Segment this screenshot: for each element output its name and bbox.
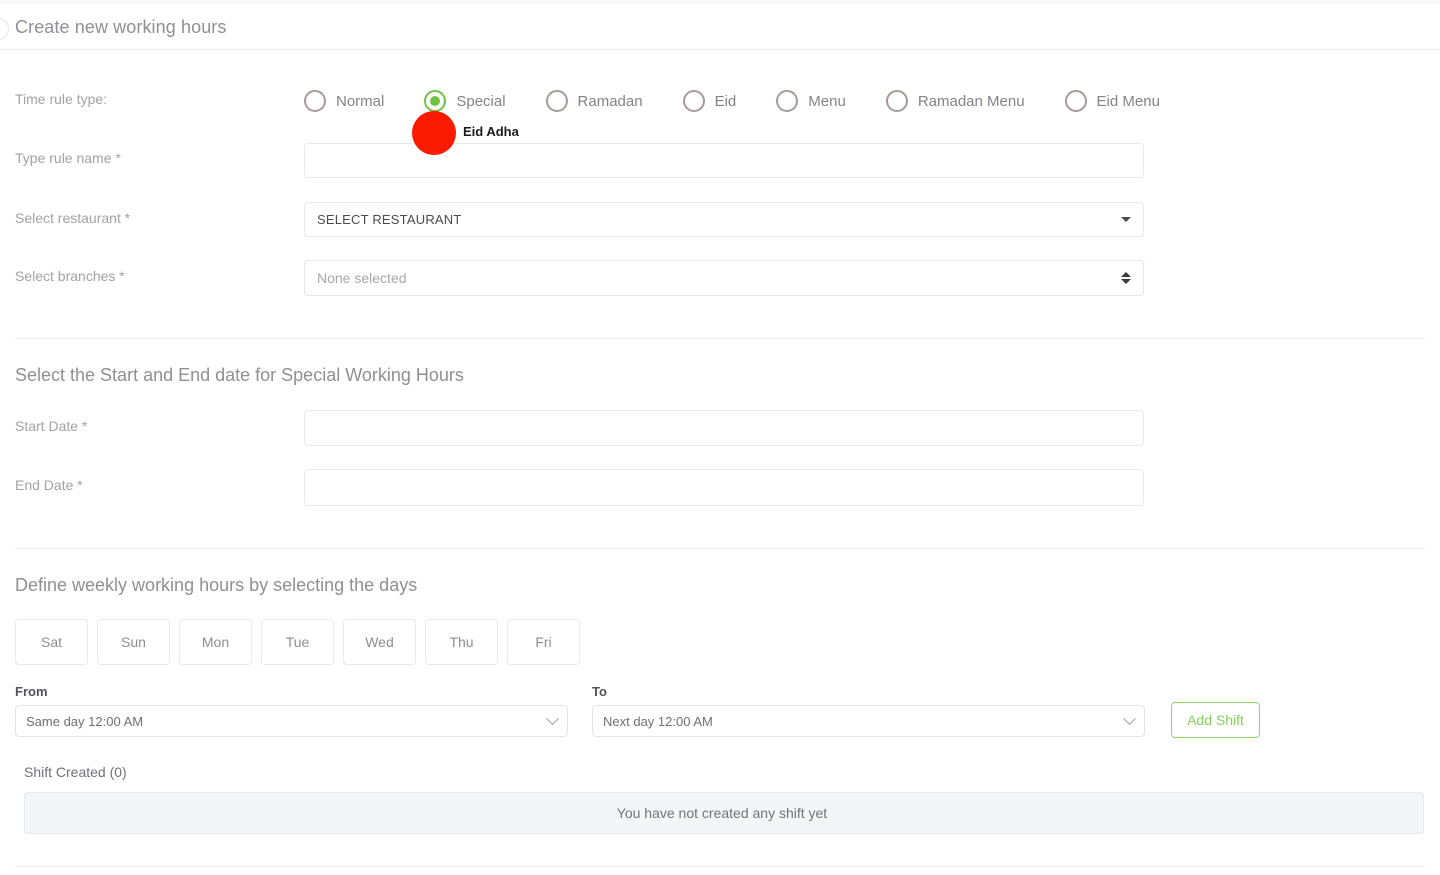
radio-circle-icon — [682, 90, 705, 112]
radio-option-special[interactable]: Special — [424, 90, 506, 112]
to-time-select[interactable]: Next day 12:00 AM — [592, 705, 1145, 737]
day-label: Wed — [365, 634, 394, 650]
annotation-label: Eid Adha — [463, 124, 519, 139]
time-rule-type-label: Time rule type: — [15, 91, 108, 107]
create-working-hours-page: Create new working hours Time rule type:… — [0, 0, 1440, 875]
select-branches-label: Select branches * — [15, 268, 125, 284]
radio-option-menu[interactable]: Menu — [776, 90, 846, 112]
annotation-marker-icon — [412, 111, 456, 155]
date-section-heading: Select the Start and End date for Specia… — [15, 365, 464, 385]
to-caption: To — [592, 684, 607, 699]
radio-label: Eid — [714, 92, 737, 110]
radio-option-ramadan-menu[interactable]: Ramadan Menu — [885, 90, 1025, 112]
radio-option-eid[interactable]: Eid — [682, 90, 737, 112]
shift-empty-state: You have not created any shift yet — [24, 792, 1424, 834]
day-chip-thu[interactable]: Thu — [425, 619, 498, 665]
end-date-label: End Date * — [15, 477, 83, 493]
chevron-down-icon — [546, 711, 559, 725]
day-chip-sun[interactable]: Sun — [97, 619, 170, 665]
weekly-section-heading: Define weekly working hours by selecting… — [15, 575, 418, 595]
radio-label: Ramadan — [577, 92, 643, 110]
radio-option-eid-menu[interactable]: Eid Menu — [1064, 90, 1160, 112]
to-time-value: Next day 12:00 AM — [603, 713, 713, 729]
rule-name-label: Type rule name * — [15, 150, 121, 166]
section-divider — [15, 866, 1425, 867]
radio-circle-icon — [304, 90, 326, 112]
chevron-down-icon — [1121, 217, 1131, 222]
spinner-arrows-icon — [1121, 270, 1131, 286]
day-chip-sat[interactable]: Sat — [15, 619, 88, 665]
radio-label: Special — [456, 92, 506, 110]
chevron-down-icon — [1123, 711, 1136, 725]
shift-empty-text: You have not created any shift yet — [616, 805, 828, 821]
day-label: Sun — [121, 634, 146, 650]
radio-circle-icon — [545, 90, 568, 112]
section-divider — [15, 338, 1425, 339]
radio-label: Ramadan Menu — [917, 92, 1025, 110]
section-divider — [15, 548, 1425, 549]
radio-option-normal[interactable]: Normal — [304, 90, 384, 112]
select-restaurant-label: Select restaurant * — [15, 210, 131, 226]
day-chip-fri[interactable]: Fri — [507, 619, 580, 665]
radio-circle-icon — [1064, 90, 1087, 112]
day-chip-mon[interactable]: Mon — [179, 619, 252, 665]
page-title: Create new working hours — [15, 17, 227, 37]
day-chip-tue[interactable]: Tue — [261, 619, 334, 665]
radio-option-ramadan[interactable]: Ramadan — [545, 90, 643, 112]
select-restaurant-dropdown[interactable]: SELECT RESTAURANT — [304, 202, 1144, 237]
select-restaurant-value: SELECT RESTAURANT — [317, 212, 462, 227]
day-label: Fri — [535, 634, 552, 650]
from-time-value: Same day 12:00 AM — [26, 713, 144, 729]
add-shift-button[interactable]: Add Shift — [1171, 702, 1260, 738]
radio-circle-selected-icon — [424, 90, 447, 112]
shift-created-label: Shift Created (0) — [24, 764, 127, 780]
radio-circle-icon — [776, 90, 799, 112]
from-time-select[interactable]: Same day 12:00 AM — [15, 705, 568, 737]
day-label: Thu — [449, 634, 474, 650]
radio-circle-icon — [885, 90, 908, 112]
start-date-input[interactable] — [304, 410, 1144, 446]
radio-label: Menu — [808, 92, 846, 110]
radio-label: Normal — [336, 92, 385, 110]
radio-label: Eid Menu — [1096, 92, 1160, 110]
page-header: Create new working hours — [0, 4, 1440, 50]
start-date-label: Start Date * — [15, 418, 88, 434]
day-chip-wed[interactable]: Wed — [343, 619, 416, 665]
day-label: Tue — [285, 634, 310, 650]
day-selector: Sat Sun Mon Tue Wed Thu Fri — [15, 619, 580, 665]
select-branches-dropdown[interactable]: None selected — [304, 260, 1144, 296]
collapse-handle-icon[interactable] — [0, 18, 9, 40]
day-label: Sat — [40, 634, 62, 650]
select-branches-value: None selected — [317, 270, 407, 286]
day-label: Mon — [201, 634, 230, 650]
from-caption: From — [15, 684, 48, 699]
end-date-input[interactable] — [304, 469, 1144, 506]
